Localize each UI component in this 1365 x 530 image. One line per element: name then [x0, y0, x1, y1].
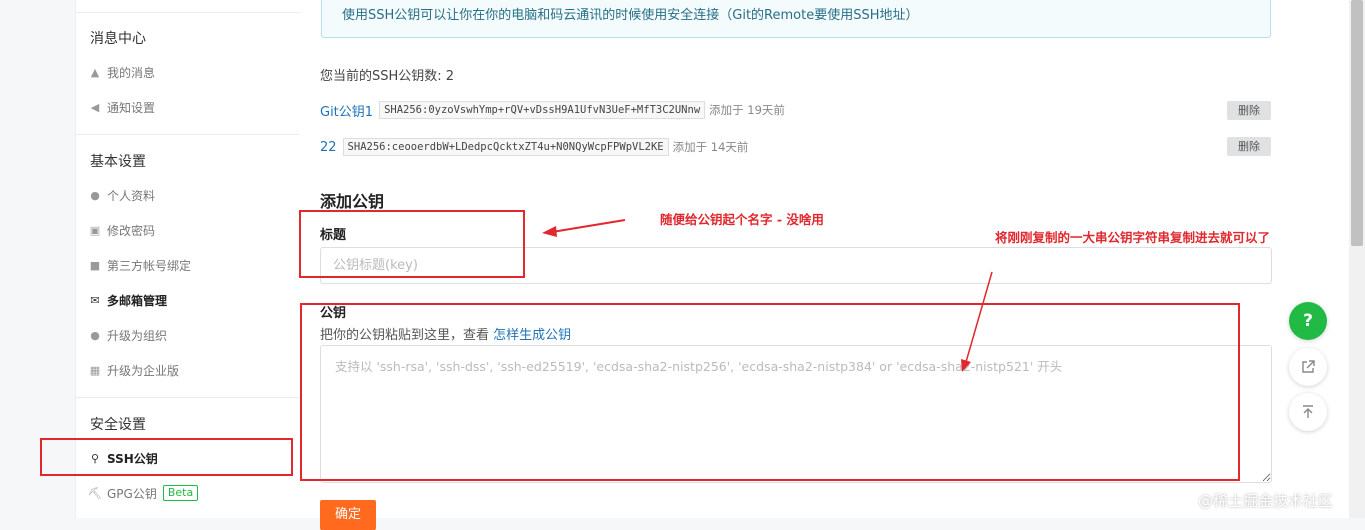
annotation-title-note: 随便给公钥起个名字 - 没啥用: [660, 212, 824, 227]
sidebar-item-ssh-keys[interactable]: ⚲ SSH公钥: [88, 447, 158, 469]
key-title-input[interactable]: [320, 247, 1272, 284]
sidebar-item-label: 通知设置: [107, 100, 156, 115]
sidebar-top-edge: [76, 0, 299, 13]
back-to-top-button[interactable]: [1289, 393, 1327, 431]
sidebar-item-label: 修改密码: [107, 223, 156, 238]
share-icon: [1302, 360, 1315, 373]
sidebar-item-label: 个人资料: [107, 188, 156, 203]
beta-badge: Beta: [162, 485, 199, 501]
help-button[interactable]: ?: [1289, 302, 1327, 340]
sidebar-item-label: 升级为组织: [107, 328, 168, 343]
volume-icon: ◀: [90, 100, 100, 114]
ssh-key-row: Git公钥1 SHA256:0yzoVswhYmp+rQV+vDssH9A1Uf…: [320, 99, 785, 121]
section-title-basic: 基本设置: [90, 154, 146, 170]
section-title-messages: 消息中心: [90, 31, 146, 47]
sidebar-item-label: 我的消息: [107, 65, 156, 80]
sidebar-item-label: 多邮箱管理: [107, 293, 168, 308]
delete-key-button[interactable]: 删除: [1227, 101, 1271, 120]
sidebar-item-label: SSH公钥: [107, 451, 158, 466]
sidebar-item-upgrade-org[interactable]: ● 升级为组织: [88, 324, 167, 346]
sidebar-item-gpg-keys[interactable]: ⛏ GPG公钥 Beta: [88, 482, 199, 504]
scrollbar-thumb[interactable]: [1351, 0, 1363, 246]
ssh-key-added-time: 添加于 14天前: [672, 140, 749, 154]
sidebar-item-upgrade-enterprise[interactable]: ▦ 升级为企业版: [88, 359, 179, 381]
sidebar-item-third-party[interactable]: ■ 第三方帐号绑定: [88, 254, 191, 276]
ssh-key-row: 22 SHA256:ceooerdbW+LDedpcQcktxZT4u+N0NQ…: [320, 136, 748, 158]
sidebar-item-mail[interactable]: ✉ 多邮箱管理: [88, 289, 167, 311]
key-hint: 把你的公钥粘贴到这里，查看 怎样生成公钥: [320, 324, 571, 343]
ssh-key-name: 22: [320, 139, 337, 155]
sidebar-divider: [76, 134, 299, 135]
group-icon: ●: [90, 328, 100, 342]
ssh-key-name: Git公钥1: [320, 104, 374, 120]
page: 消息中心 ▲ 我的消息 ◀ 通知设置 基本设置 ● 个人资料 ▣ 修改密码 ■ …: [0, 0, 1365, 530]
lock-icon: ▣: [89, 223, 101, 237]
key-hint-text: 把你的公钥粘贴到这里，查看: [320, 328, 490, 343]
sidebar-item-change-password[interactable]: ▣ 修改密码: [88, 219, 155, 241]
gpg-icon: ⛏: [88, 486, 102, 500]
user-icon: ●: [90, 188, 100, 202]
sidebar-item-label: 第三方帐号绑定: [107, 258, 192, 273]
how-to-generate-key-link[interactable]: 怎样生成公钥: [493, 328, 571, 343]
submit-button[interactable]: 确定: [320, 500, 376, 530]
sidebar-item-my-messages[interactable]: ▲ 我的消息: [88, 61, 155, 83]
building-icon: ▦: [89, 363, 101, 377]
bind-icon: ■: [89, 258, 101, 272]
back-to-top-icon: [1303, 405, 1313, 418]
title-label: 标题: [320, 228, 347, 243]
sidebar-divider: [76, 397, 299, 398]
sidebar-item-notification-settings[interactable]: ◀ 通知设置: [88, 96, 155, 118]
watermark: @稀土掘金技术社区: [1198, 492, 1334, 510]
bell-icon: ▲: [90, 65, 100, 79]
settings-sidebar: 消息中心 ▲ 我的消息 ◀ 通知设置 基本设置 ● 个人资料 ▣ 修改密码 ■ …: [75, 0, 300, 518]
annotation-key-note: 将刚刚复制的一大串公钥字符串复制进去就可以了: [995, 230, 1271, 245]
sidebar-item-label: 升级为企业版: [107, 363, 180, 378]
page-scrollbar[interactable]: [1349, 0, 1365, 518]
ssh-key-added-time: 添加于 19天前: [709, 103, 785, 117]
ssh-key-count: 您当前的SSH公钥数: 2: [320, 69, 455, 84]
add-key-heading: 添加公钥: [320, 192, 385, 211]
key-label: 公钥: [320, 306, 347, 321]
delete-key-button[interactable]: 删除: [1227, 137, 1271, 156]
share-button[interactable]: [1289, 348, 1327, 386]
section-title-security: 安全设置: [90, 417, 146, 433]
main-content: 使用SSH公钥可以让你在你的电脑和码云通讯的时候使用安全连接（Git的Remot…: [299, 0, 1349, 530]
ssh-key-fingerprint: SHA256:ceooerdbW+LDedpcQcktxZT4u+N0NQyWc…: [342, 138, 669, 156]
mail-icon: ✉: [90, 293, 100, 307]
question-icon: ?: [1303, 311, 1313, 331]
sidebar-item-profile[interactable]: ● 个人资料: [88, 184, 155, 206]
info-message: 使用SSH公钥可以让你在你的电脑和码云通讯的时候使用安全连接（Git的Remot…: [321, 0, 1271, 38]
public-key-textarea[interactable]: [320, 345, 1272, 483]
ssh-key-fingerprint: SHA256:0yzoVswhYmp+rQV+vDssH9A1UfvN3UeF+…: [379, 101, 706, 119]
sidebar-item-label: GPG公钥: [107, 486, 157, 501]
key-icon: ⚲: [90, 451, 100, 465]
